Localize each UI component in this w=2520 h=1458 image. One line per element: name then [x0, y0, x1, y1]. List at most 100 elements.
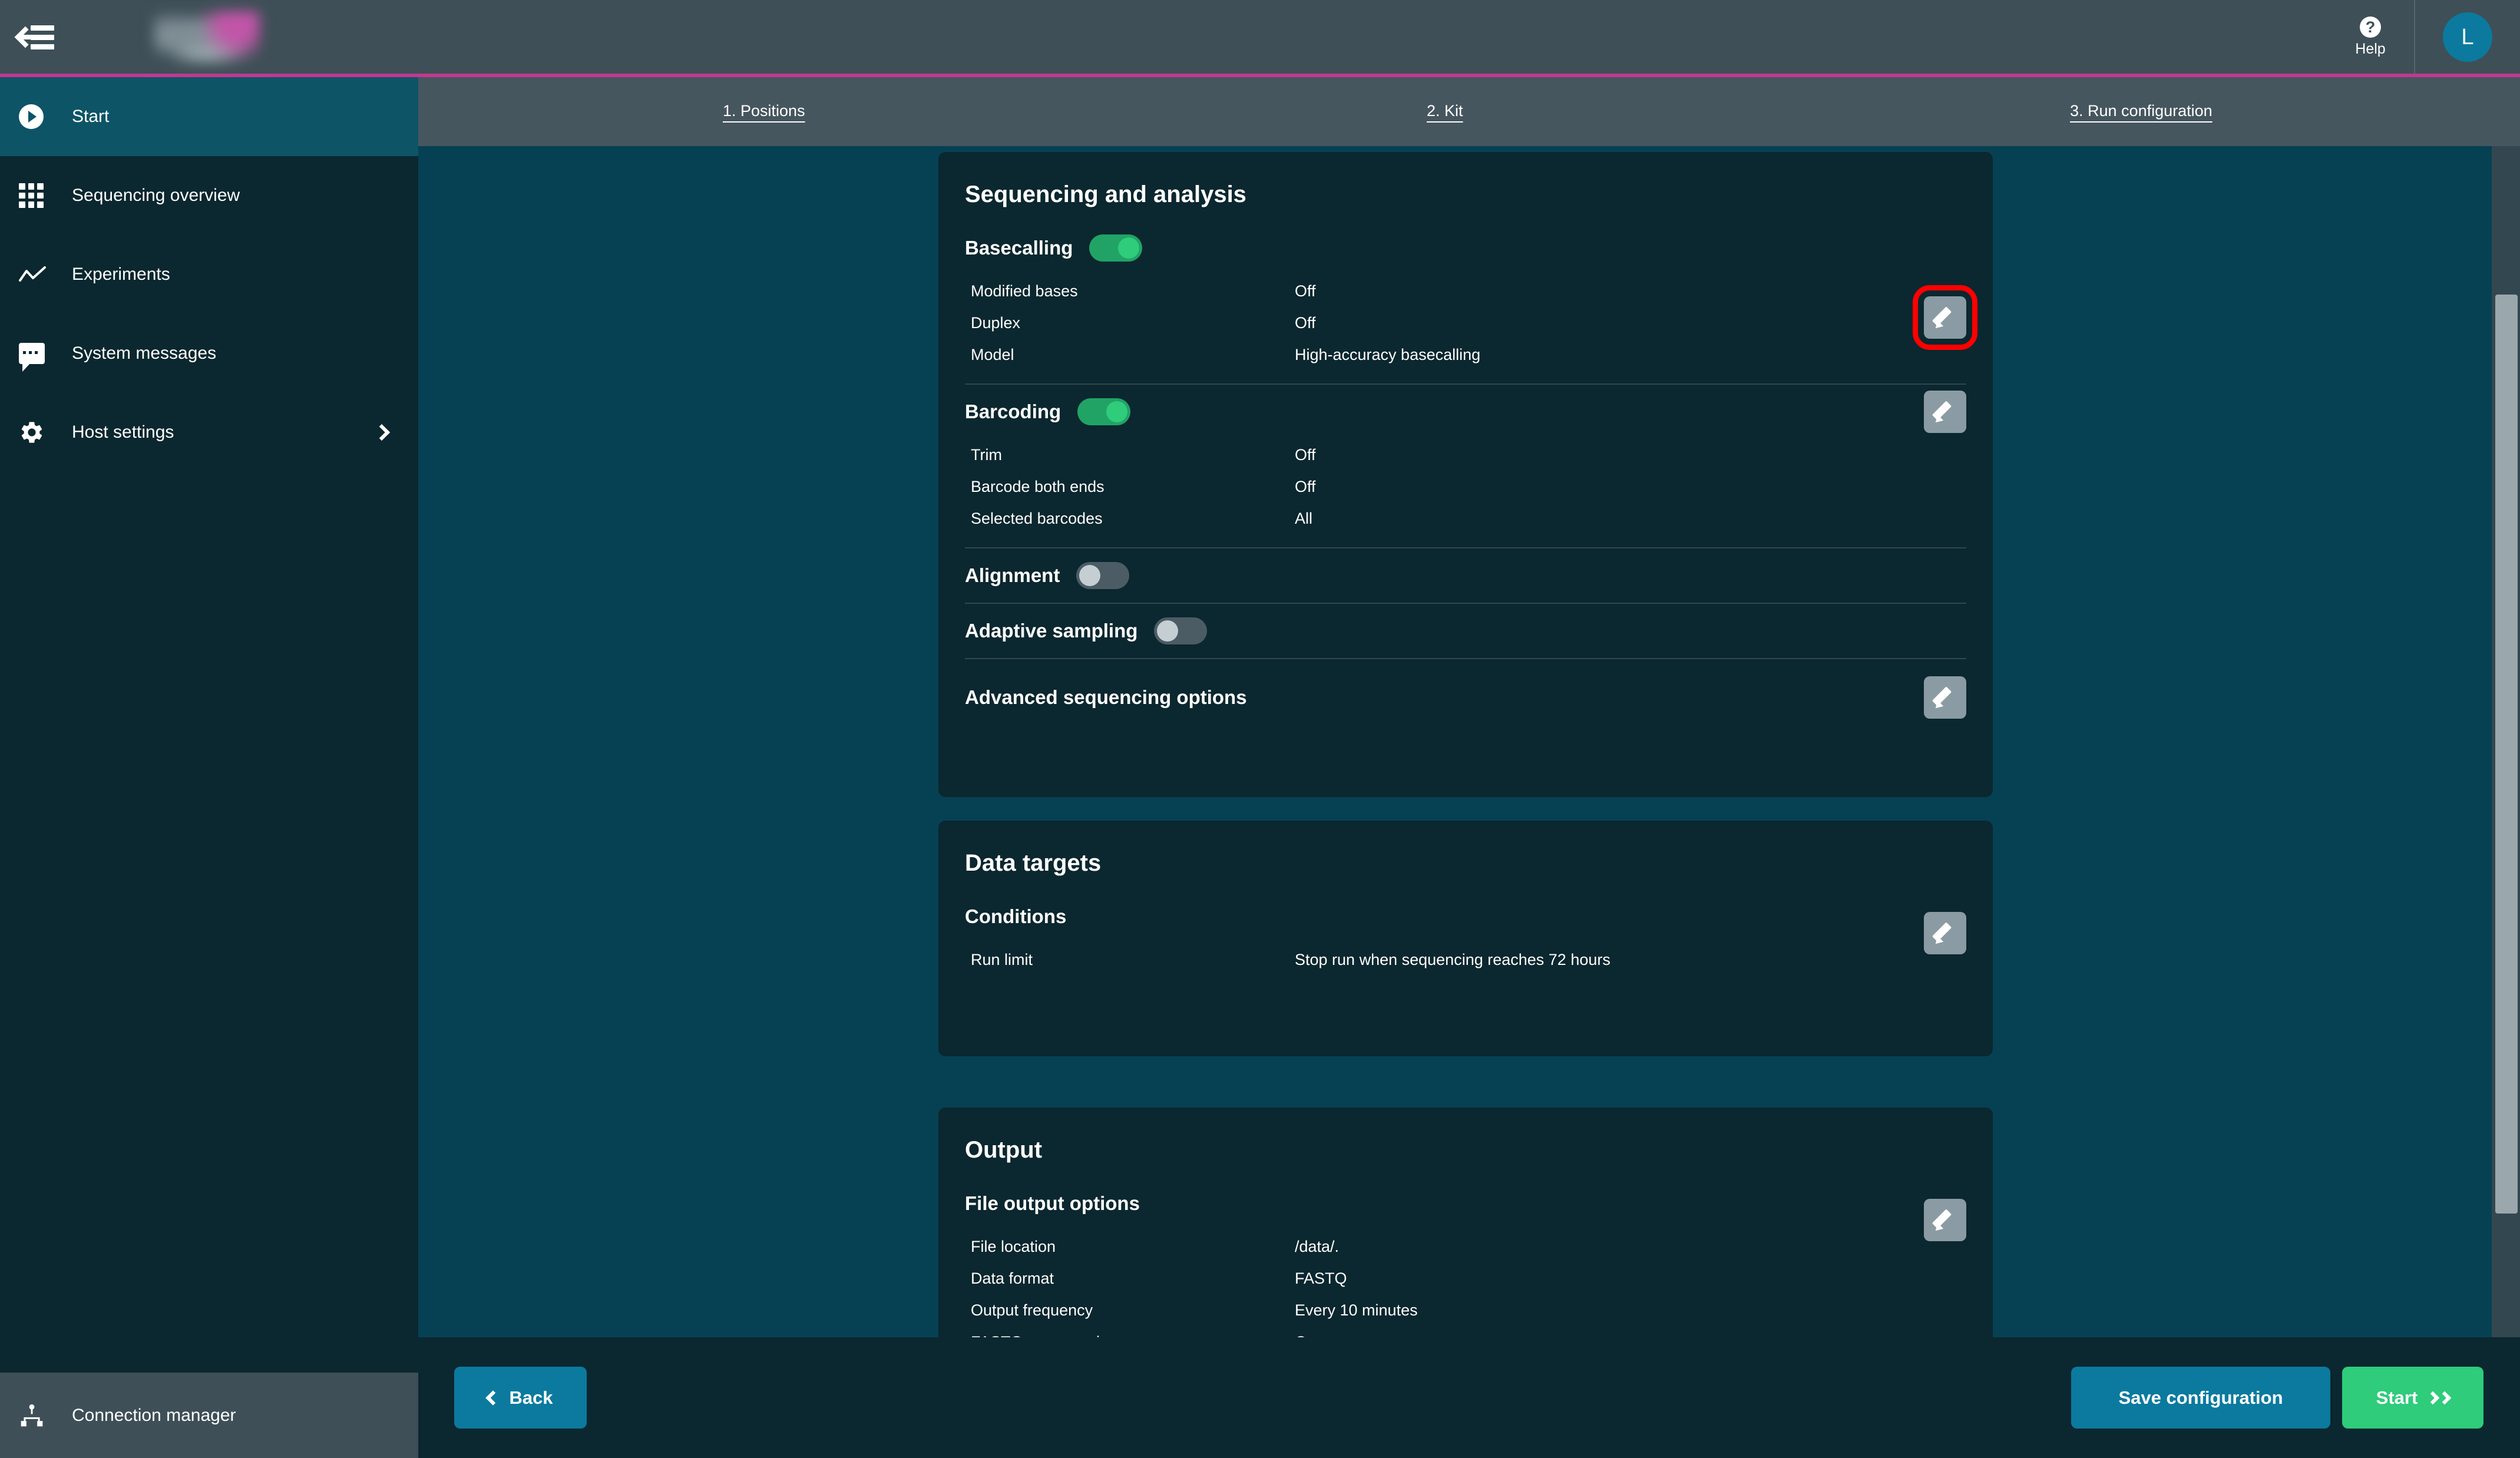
back-label: Back [509, 1387, 553, 1408]
sidebar-item-connection-manager[interactable]: Connection manager [0, 1373, 418, 1458]
top-bar-left [0, 0, 418, 74]
row-label: File location [971, 1237, 1056, 1255]
sidebar-item-label: Experiments [72, 265, 170, 284]
barcoding-header: Barcoding [965, 385, 1966, 439]
conditions-rows: Run limit Stop run when sequencing reach… [965, 944, 1966, 988]
sidebar-item-system-messages[interactable]: System messages [0, 314, 418, 393]
table-row: Output frequency Every 10 minutes [965, 1294, 1966, 1326]
section-file-output-options: File output options File location /data/… [938, 1176, 1993, 1337]
conditions-label: Conditions [965, 905, 1067, 927]
tab-kit[interactable]: 2. Kit [1427, 102, 1463, 120]
save-configuration-button[interactable]: Save configuration [2071, 1367, 2330, 1429]
sidebar-item-label: System messages [72, 343, 217, 363]
row-label: Duplex [971, 313, 1021, 332]
edit-barcoding-button[interactable] [1924, 391, 1966, 433]
row-label: Run limit [971, 950, 1033, 968]
app-root: ? Help L Start Sequencing overview Exper… [0, 0, 2520, 1458]
advanced-options-label: Advanced sequencing options [965, 686, 1247, 708]
basecalling-rows: Modified bases Off Duplex Off Model High… [965, 275, 1966, 383]
back-button[interactable]: Back [454, 1367, 587, 1429]
advanced-options-header: Advanced sequencing options [965, 659, 1966, 736]
section-barcoding: Barcoding Trim Off Barcode both ends Off [938, 385, 1993, 547]
edit-conditions-button[interactable] [1924, 912, 1966, 954]
barcoding-rows: Trim Off Barcode both ends Off Selected … [965, 439, 1966, 547]
row-value: Off [1295, 282, 1316, 300]
chevron-right-icon [373, 424, 391, 441]
adaptive-sampling-toggle[interactable] [1154, 617, 1208, 644]
sidebar-item-label: Host settings [72, 422, 174, 442]
footer-bar: Back Save configuration Start [418, 1337, 2520, 1458]
pencil-icon [1932, 305, 1958, 332]
row-value: Off [1295, 477, 1316, 495]
basecalling-header: Basecalling [965, 221, 1966, 275]
avatar: L [2443, 12, 2492, 62]
tab-positions[interactable]: 1. Positions [723, 102, 805, 120]
barcoding-toggle[interactable] [1077, 398, 1131, 425]
content-scrollbar-thumb[interactable] [2495, 295, 2518, 1214]
question-mark-icon: ? [2360, 16, 2381, 38]
row-label: Data format [971, 1269, 1054, 1287]
table-row: Duplex Off [965, 307, 1966, 339]
collapse-menu-icon[interactable] [14, 24, 54, 51]
play-circle-icon [19, 104, 65, 129]
row-value: Off [1295, 445, 1316, 464]
sidebar-item-sequencing-overview[interactable]: Sequencing overview [0, 156, 418, 235]
page-title: Sequencing and analysis [965, 181, 1246, 207]
table-row: Modified bases Off [965, 275, 1966, 307]
card-sequencing-and-analysis: Sequencing and analysis Basecalling Modi… [938, 152, 1993, 797]
row-label: Model [971, 345, 1014, 363]
section-alignment: Alignment [938, 548, 1993, 603]
alignment-toggle[interactable] [1076, 562, 1130, 589]
top-bar: ? Help L [0, 0, 2520, 74]
edit-advanced-options-button[interactable] [1924, 676, 1966, 719]
sidebar-item-experiments[interactable]: Experiments [0, 235, 418, 314]
content-scrollbar-track[interactable] [2492, 146, 2520, 1337]
table-row: Selected barcodes All [965, 502, 1966, 534]
card-output: Output File output options File location… [938, 1107, 1993, 1337]
tab-run-configuration[interactable]: 3. Run configuration [2070, 102, 2213, 120]
edit-file-output-options-button[interactable] [1924, 1199, 1966, 1241]
output-title: Output [965, 1137, 1043, 1163]
chevron-double-right-icon [2426, 1391, 2452, 1404]
table-row: Trim Off [965, 439, 1966, 471]
section-basecalling: Basecalling Modified bases Off Duplex Of… [938, 221, 1993, 383]
row-value: /data/. [1295, 1237, 1340, 1255]
section-adaptive-sampling: Adaptive sampling [938, 604, 1993, 658]
table-row: Data format FASTQ [965, 1262, 1966, 1294]
row-label: FASTQ compression [965, 1333, 1295, 1338]
data-targets-title: Data targets [965, 850, 1102, 876]
sidebar-item-start[interactable]: Start [0, 77, 418, 156]
edit-basecalling-button[interactable] [1913, 285, 1977, 350]
basecalling-toggle[interactable] [1089, 234, 1143, 262]
row-label: Modified bases [971, 282, 1078, 300]
pencil-icon [1932, 685, 1958, 712]
file-output-options-header: File output options [965, 1176, 1966, 1231]
table-row: Model High-accuracy basecalling [965, 339, 1966, 371]
table-row: FASTQ compression On [965, 1326, 1966, 1338]
section-advanced-options: Advanced sequencing options [938, 659, 1993, 736]
row-label: Barcode both ends [971, 477, 1104, 495]
table-row: Run limit Stop run when sequencing reach… [965, 944, 1966, 976]
file-output-options-label: File output options [965, 1192, 1140, 1214]
sidebar-item-host-settings[interactable]: Host settings [0, 393, 418, 472]
table-row: Barcode both ends Off [965, 471, 1966, 502]
help-label: Help [2355, 40, 2386, 57]
row-value: All [1295, 509, 1313, 527]
row-label: Trim [971, 445, 1002, 464]
network-nodes-icon [19, 1403, 65, 1429]
row-value: Stop run when sequencing reaches 72 hour… [1295, 950, 1610, 968]
card-data-targets: Data targets Conditions Run limit Stop r… [938, 821, 1993, 1056]
help-button[interactable]: ? Help [2327, 0, 2415, 74]
start-label: Start [2376, 1387, 2418, 1408]
pencil-icon [1932, 399, 1958, 426]
gear-icon [19, 419, 65, 445]
sidebar-item-label: Connection manager [72, 1405, 236, 1425]
conditions-header: Conditions [965, 890, 1966, 944]
save-label: Save configuration [2118, 1387, 2283, 1408]
adaptive-sampling-label: Adaptive sampling [965, 620, 1138, 642]
avatar-wrapper[interactable]: L [2415, 0, 2520, 74]
start-button[interactable]: Start [2342, 1367, 2483, 1429]
row-value: FASTQ [1295, 1269, 1347, 1287]
brand-logo [154, 11, 260, 63]
